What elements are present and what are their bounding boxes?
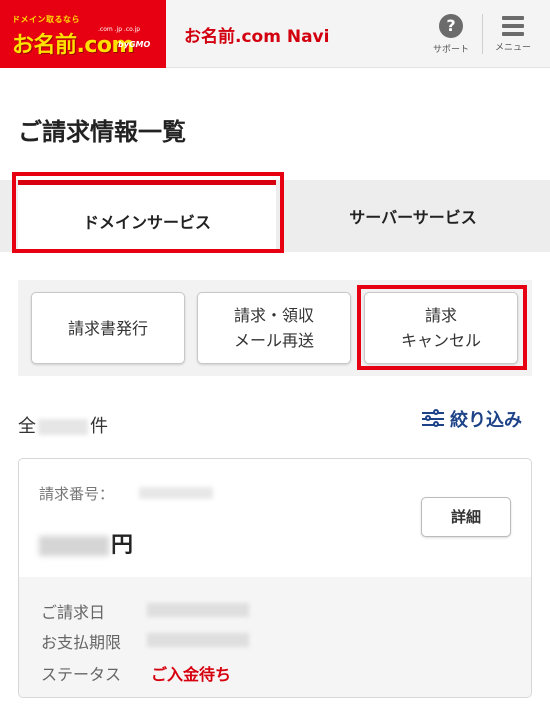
invoice-amount: 円 — [39, 527, 133, 559]
invoice-number-label: 請求番号： — [39, 485, 115, 503]
detail-button[interactable]: 詳細 — [421, 497, 511, 537]
status-badge: ご入金待ち — [151, 665, 232, 684]
header-divider — [482, 14, 483, 54]
issue-invoice-button[interactable]: 請求書発行 — [31, 292, 185, 364]
logo-gmo: byGMO — [118, 40, 151, 49]
logo-tagline: ドメイン取るなら — [12, 15, 80, 24]
highlight-frame-cancel — [357, 285, 527, 370]
amount-value-redacted — [39, 536, 109, 556]
status-label: ステータス — [41, 665, 122, 684]
page-title: ご請求情報一覧 — [18, 118, 186, 146]
count-suffix: 件 — [90, 416, 108, 437]
logo-text: お名前.com — [12, 33, 134, 58]
invoice-card: 請求番号： 円 詳細 ご請求日 お支払期限 ステータス ご入金待ち — [18, 458, 532, 698]
amount-unit: 円 — [111, 533, 134, 558]
resend-mail-button[interactable]: 請求・領収 メール再送 — [197, 292, 351, 364]
highlight-frame-tab — [12, 172, 284, 253]
invoice-card-summary: 請求番号： 円 詳細 — [19, 459, 531, 577]
invoice-card-details: ご請求日 お支払期限 ステータス ご入金待ち — [19, 577, 531, 697]
due-date-redacted — [147, 633, 249, 647]
count-value-redacted — [38, 419, 88, 435]
menu-button[interactable]: メニュー — [490, 14, 536, 60]
onamae-logo[interactable]: ドメイン取るなら .com .jp .co.jp お名前.com byGMO — [0, 0, 166, 68]
hamburger-menu-icon — [502, 16, 524, 36]
due-date-label: お支払期限 — [41, 633, 122, 652]
billing-date-label: ご請求日 — [41, 603, 106, 622]
count-prefix: 全 — [18, 416, 36, 437]
filter-button[interactable]: 絞り込み — [422, 406, 522, 432]
tab-server-label: サーバーサービス — [349, 208, 477, 227]
navi-title[interactable]: お名前.com Navi — [184, 22, 329, 47]
menu-label: メニュー — [494, 43, 531, 53]
support-button[interactable]: ? サポート — [428, 14, 474, 60]
billing-date-redacted — [147, 603, 249, 617]
tab-server-service[interactable]: サーバーサービス — [276, 180, 550, 252]
filter-label: 絞り込み — [450, 410, 522, 431]
invoice-number-redacted — [139, 487, 213, 499]
support-label: サポート — [432, 45, 469, 55]
result-count: 全件 — [18, 412, 108, 438]
sliders-icon — [422, 409, 444, 428]
question-circle-icon: ? — [439, 14, 463, 38]
app-header: ドメイン取るなら .com .jp .co.jp お名前.com byGMO お… — [0, 0, 550, 68]
